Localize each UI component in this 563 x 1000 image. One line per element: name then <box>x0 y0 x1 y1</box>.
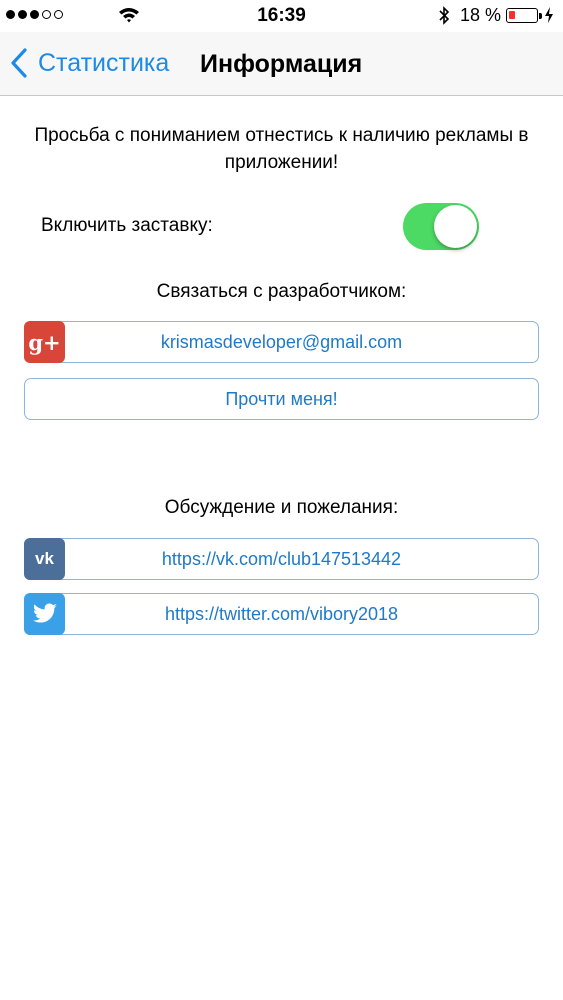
battery-level <box>509 11 515 19</box>
screensaver-toggle[interactable] <box>403 203 479 250</box>
readme-button-label: Прочти меня! <box>225 388 338 409</box>
vk-link-label: https://vk.com/club147513442 <box>161 548 402 569</box>
readme-button[interactable]: Прочти меня! <box>24 378 539 420</box>
page-title: Информация <box>200 50 363 78</box>
twitter-link-button[interactable]: https://twitter.com/vibory2018 <box>24 593 539 635</box>
contact-section-title: Связаться с разработчиком: <box>156 281 407 302</box>
ads-notice: Просьба с пониманием отнестись к наличию… <box>34 125 529 173</box>
chevron-left-icon <box>11 48 27 78</box>
vk-link-button[interactable]: https://vk.com/club147513442 vk <box>24 538 539 580</box>
battery-percent: 18 % <box>460 5 502 25</box>
google-plus-icon: g+ <box>24 321 65 363</box>
email-link-label: krismasdeveloper@gmail.com <box>160 331 403 352</box>
email-link-button[interactable]: krismasdeveloper@gmail.com g+ <box>24 321 539 363</box>
bluetooth-icon <box>439 6 450 25</box>
twitter-bird-icon <box>32 603 57 623</box>
discussion-section-title: Обсуждение и пожелания: <box>164 497 399 518</box>
back-button-label: Статистика <box>38 48 170 77</box>
navigation-bar: Статистика Информация <box>0 32 563 96</box>
charging-icon <box>545 7 553 23</box>
battery-icon <box>506 8 542 23</box>
vk-icon-glyph: vk <box>35 549 54 568</box>
vk-icon: vk <box>24 538 65 580</box>
twitter-link-label: https://twitter.com/vibory2018 <box>164 603 399 624</box>
toggle-knob <box>434 205 477 248</box>
back-button[interactable]: Статистика <box>10 48 169 78</box>
twitter-icon <box>24 593 65 635</box>
google-plus-icon-glyph: g+ <box>28 329 61 355</box>
screensaver-label: Включить заставку: <box>41 215 213 236</box>
status-bar: 16:39 18 % <box>0 0 563 32</box>
